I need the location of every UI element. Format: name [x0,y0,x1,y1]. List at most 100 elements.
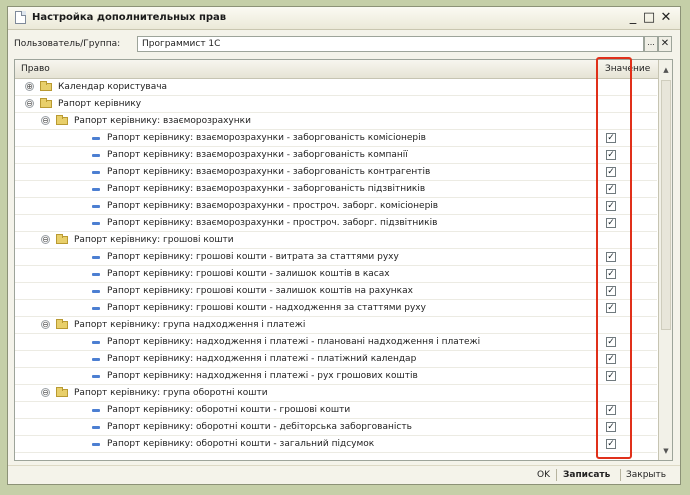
collapse-icon[interactable]: ⊖ [41,235,50,244]
tree-item-row[interactable]: Рапорт керівнику: грошові кошти - залишо… [15,266,657,283]
clear-user-button[interactable]: ✕ [658,36,672,52]
value-checkbox[interactable]: ✓ [606,133,616,143]
maximize-button[interactable]: □ [641,9,657,26]
tree-row-label: Рапорт керівнику: взаєморозрахунки - заб… [107,184,426,194]
tree-group-row[interactable]: ⊖ Рапорт керівнику [15,96,657,113]
tree-item-row[interactable]: Рапорт керівнику: взаєморозрахунки - заб… [15,181,657,198]
tree-item-row[interactable]: Рапорт керівнику: взаєморозрахунки - заб… [15,130,657,147]
tree-group-row[interactable]: ⊕ Календар користувача [15,79,657,96]
tree-group-row[interactable]: ⊖ Рапорт керівнику: група надходження і п… [15,317,657,334]
minimize-button[interactable]: _ [625,9,641,26]
tree-item-row[interactable]: Рапорт керівнику: грошові кошти - надход… [15,300,657,317]
permission-item-icon [92,341,100,344]
collapse-icon[interactable]: ⊖ [41,388,50,397]
tree-row-label: Рапорт керівнику: оборотні кошти - загал… [107,439,375,449]
value-checkbox[interactable]: ✓ [606,337,616,347]
value-cell [597,79,658,95]
tree-group-row[interactable]: ⊖ Рапорт керівнику: група оборотні кошти [15,385,657,402]
value-cell: ✓ [597,198,658,214]
value-checkbox[interactable]: ✓ [606,354,616,364]
tree-item-row[interactable]: Рапорт керівнику: взаєморозрахунки - заб… [15,164,657,181]
rights-table: Право Значение ⊕ Календар користувача ⊖ Рап… [14,59,673,461]
permission-item-icon [92,154,100,157]
tree-group-row[interactable]: ⊖ Рапорт керівнику: грошові кошти [15,232,657,249]
folder-icon [40,81,52,91]
value-checkbox[interactable]: ✓ [606,201,616,211]
tree-item-row[interactable]: Рапорт керівнику: надходження і платежі … [15,334,657,351]
permission-item-icon [92,273,100,276]
user-row: Пользователь/Группа: Программист 1С ... … [8,35,680,55]
ok-button[interactable]: OK [537,470,550,480]
tree-item-row[interactable]: Рапорт керівнику: грошові кошти - витрат… [15,249,657,266]
folder-icon [40,98,52,108]
tree-row-label: Рапорт керівнику: група надходження і пл… [74,320,306,330]
title-bar[interactable]: Настройка дополнительных прав _ □ ✕ [8,7,680,30]
user-label: Пользователь/Группа: [14,39,121,49]
folder-icon [56,234,68,244]
value-checkbox[interactable]: ✓ [606,303,616,313]
tree-row-label: Рапорт керівнику: грошові кошти - залишо… [107,269,390,279]
scroll-down-icon[interactable]: ▼ [660,444,672,458]
user-group-field[interactable]: Программист 1С [137,36,644,52]
tree-row-label: Рапорт керівнику: грошові кошти - залишо… [107,286,413,296]
select-user-button[interactable]: ... [644,36,658,52]
value-cell: ✓ [597,368,658,384]
value-checkbox[interactable]: ✓ [606,371,616,381]
permission-item-icon [92,222,100,225]
tree-item-row[interactable]: Рапорт керівнику: взаєморозрахунки - заб… [15,147,657,164]
value-checkbox[interactable]: ✓ [606,252,616,262]
tree-row-label: Рапорт керівнику: взаєморозрахунки - заб… [107,150,408,160]
close-dialog-button[interactable]: Закрыть [626,470,666,480]
tree-item-row[interactable]: Рапорт керівнику: взаєморозрахунки - про… [15,215,657,232]
value-cell: ✓ [597,164,658,180]
collapse-icon[interactable]: ⊖ [41,320,50,329]
folder-icon [56,387,68,397]
tree-item-row[interactable]: Рапорт керівнику: оборотні кошти - загал… [15,436,657,453]
table-header: Право Значение [15,60,672,79]
scrollbar-thumb[interactable] [661,80,671,330]
tree-item-row[interactable]: Рапорт керівнику: надходження і платежі … [15,368,657,385]
tree-group-row[interactable]: ⊖ Рапорт керівнику: взаєморозрахунки [15,113,657,130]
collapse-icon[interactable]: ⊖ [41,116,50,125]
tree-item-row[interactable]: Рапорт керівнику: оборотні кошти - грошо… [15,402,657,419]
window-title: Настройка дополнительных прав [32,12,227,23]
expand-icon[interactable]: ⊕ [25,82,34,91]
permission-item-icon [92,307,100,310]
document-icon [15,11,26,24]
value-checkbox[interactable]: ✓ [606,150,616,160]
scroll-up-icon[interactable]: ▲ [660,63,672,77]
tree-row-label: Рапорт керівнику: надходження і платежі … [107,371,418,381]
value-checkbox[interactable]: ✓ [606,184,616,194]
value-checkbox[interactable]: ✓ [606,218,616,228]
value-cell: ✓ [597,130,658,146]
save-button[interactable]: Записать [563,470,610,480]
value-checkbox[interactable]: ✓ [606,286,616,296]
value-checkbox[interactable]: ✓ [606,405,616,415]
value-checkbox[interactable]: ✓ [606,422,616,432]
permission-item-icon [92,426,100,429]
column-header-value[interactable]: Значение [597,60,657,78]
value-cell: ✓ [597,181,658,197]
vertical-scrollbar[interactable]: ▲ ▼ [658,60,672,460]
tree-row-label: Рапорт керівнику: взаєморозрахунки - про… [107,218,438,228]
dialog-footer: OK Записать Закрыть [8,465,680,486]
folder-icon [56,115,68,125]
tree-item-row[interactable]: Рапорт керівнику: грошові кошти - залишо… [15,283,657,300]
table-rows: ⊕ Календар користувача ⊖ Рапорт керівнику ⊖ Р… [15,79,657,453]
value-checkbox[interactable]: ✓ [606,439,616,449]
column-header-right[interactable]: Право [21,64,50,74]
tree-item-row[interactable]: Рапорт керівнику: оборотні кошти - дебіт… [15,419,657,436]
value-checkbox[interactable]: ✓ [606,167,616,177]
value-cell: ✓ [597,283,658,299]
collapse-icon[interactable]: ⊖ [25,99,34,108]
permission-item-icon [92,358,100,361]
tree-row-label: Рапорт керівнику: грошові кошти [74,235,234,245]
value-checkbox[interactable]: ✓ [606,269,616,279]
permission-item-icon [92,188,100,191]
permission-item-icon [92,171,100,174]
close-button[interactable]: ✕ [658,9,674,26]
tree-item-row[interactable]: Рапорт керівнику: надходження і платежі … [15,351,657,368]
value-cell [597,385,658,401]
value-cell: ✓ [597,249,658,265]
tree-item-row[interactable]: Рапорт керівнику: взаєморозрахунки - про… [15,198,657,215]
